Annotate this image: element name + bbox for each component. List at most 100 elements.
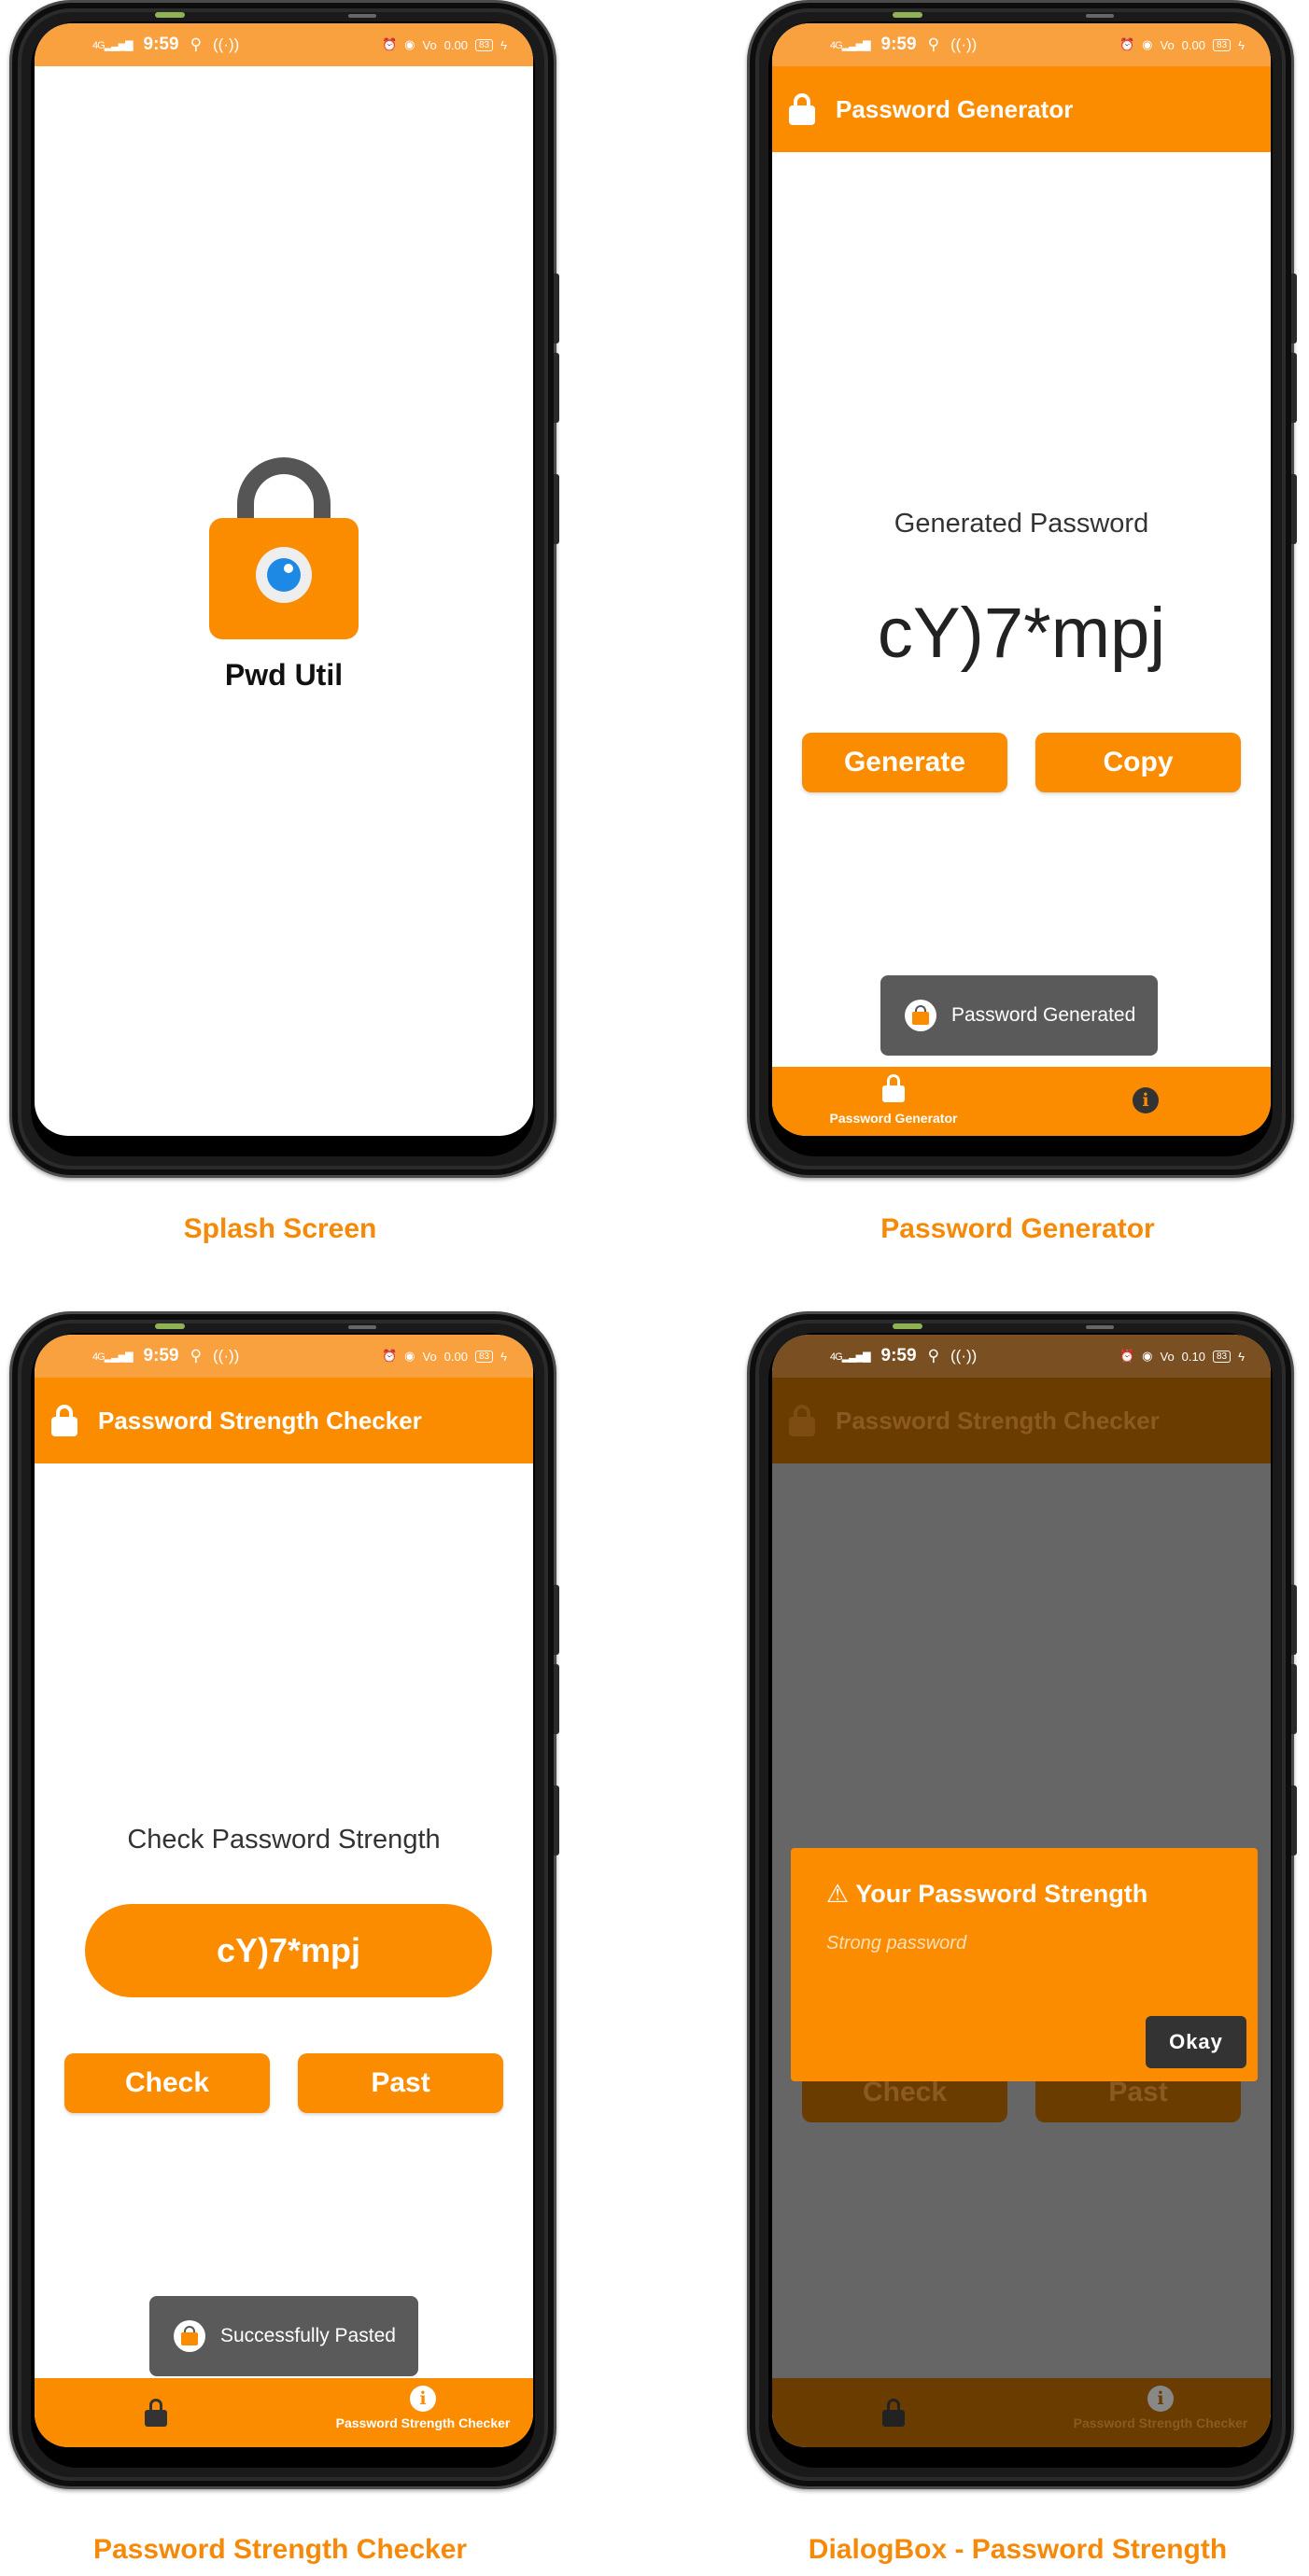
check-strength-heading: Check Password Strength	[127, 1825, 441, 1855]
alarm-icon: ⏰	[381, 37, 398, 51]
wifi-icon: ◉	[404, 37, 415, 51]
dialog-title: ⚠ Your Password Strength	[826, 1880, 1148, 1908]
app-bar: Password Strength Checker	[772, 1378, 1271, 1463]
nav-item-generator[interactable]	[63, 2399, 249, 2431]
phone-frame: 4G▂▃▅▇ 9:59 ⚲ ((·)) ⏰ ◉ Vo 0.00 83 ϟ Pwd…	[9, 0, 559, 1178]
signal-icon: 4G▂▃▅▇	[92, 1351, 134, 1363]
usb-icon: ⚲	[190, 35, 203, 53]
status-time: 9:59	[880, 35, 917, 54]
battery-icon: 83	[1212, 1350, 1232, 1363]
status-time: 9:59	[880, 1346, 917, 1365]
battery-icon: 83	[1212, 38, 1232, 51]
speed-readout: 0.10	[1181, 1349, 1205, 1364]
nav-checker-label: Password Strength Checker	[335, 2415, 511, 2430]
volte-icon: Vo	[1160, 37, 1175, 52]
caption-splash: Splash Screen	[183, 1213, 377, 1244]
phone-screen: 4G▂▃▅▇ 9:59 ⚲ ((·)) ⏰ ◉ Vo 0.00 83 ϟ Pas…	[772, 23, 1271, 1136]
toast-password-generated: Password Generated	[880, 975, 1159, 1056]
wifi-icon: ◉	[1142, 1349, 1153, 1363]
lock-icon	[789, 1405, 815, 1436]
lock-icon	[174, 2320, 205, 2352]
bottom-nav: Password Generator i	[772, 1067, 1271, 1136]
app-bar: Password Generator	[772, 66, 1271, 152]
lock-icon	[51, 1405, 77, 1436]
app-name: Pwd Util	[224, 658, 344, 692]
wifi-icon: ◉	[404, 1349, 415, 1363]
info-icon: i	[1147, 2386, 1174, 2412]
status-bar: 4G▂▃▅▇ 9:59 ⚲ ((·)) ⏰ ◉ Vo 0.00 83 ϟ	[772, 23, 1271, 66]
copy-button[interactable]: Copy	[1035, 733, 1241, 792]
hotspot-icon: ((·))	[950, 1347, 978, 1365]
lock-icon	[882, 1074, 905, 1102]
check-button[interactable]: Check	[64, 2053, 270, 2113]
checker-panel: 4G▂▃▅▇ 9:59 ⚲ ((·)) ⏰ ◉ Vo 0.00 83 ϟ Pas…	[0, 1311, 560, 2576]
status-bar: 4G▂▃▅▇ 9:59 ⚲ ((·)) ⏰ ◉ Vo 0.00 83 ϟ	[35, 1335, 533, 1378]
charging-icon: ϟ	[500, 1349, 507, 1364]
okay-button[interactable]: Okay	[1146, 2016, 1246, 2068]
battery-icon: 83	[474, 38, 494, 51]
phone-frame: 4G▂▃▅▇ 9:59 ⚲ ((·)) ⏰ ◉ Vo 0.10 83 ϟ Pas…	[747, 1311, 1297, 2489]
status-time: 9:59	[143, 35, 179, 54]
password-input[interactable]: cY)7*mpj	[85, 1904, 492, 1997]
generate-button[interactable]: Generate	[802, 733, 1007, 792]
caption-checker: Password Strength Checker	[92, 2534, 468, 2565]
speed-readout: 0.00	[1181, 37, 1205, 52]
lock-icon	[905, 1000, 936, 1031]
toast-text: Successfully Pasted	[220, 2325, 396, 2346]
nav-checker-label: Password Strength Checker	[1073, 2415, 1248, 2430]
signal-icon: 4G▂▃▅▇	[830, 39, 871, 51]
strength-dialog: ⚠ Your Password Strength Strong password…	[791, 1848, 1258, 2081]
nav-generator-label: Password Generator	[829, 1111, 958, 1126]
phone-screen: 4G▂▃▅▇ 9:59 ⚲ ((·)) ⏰ ◉ Vo 0.10 83 ϟ Pas…	[772, 1335, 1271, 2447]
lock-icon	[145, 2399, 167, 2427]
status-time: 9:59	[143, 1346, 179, 1365]
past-button[interactable]: Past	[298, 2053, 503, 2113]
lock-icon	[789, 93, 815, 125]
charging-icon: ϟ	[1238, 1349, 1245, 1364]
charging-icon: ϟ	[500, 37, 507, 52]
app-bar-title: Password Generator	[836, 94, 1074, 123]
generated-password-heading: Generated Password	[894, 509, 1149, 539]
phone-frame: 4G▂▃▅▇ 9:59 ⚲ ((·)) ⏰ ◉ Vo 0.00 83 ϟ Pas…	[9, 1311, 559, 2489]
caption-generator: Password Generator	[880, 1213, 1155, 1244]
status-bar: 4G▂▃▅▇ 9:59 ⚲ ((·)) ⏰ ◉ Vo 0.10 83 ϟ	[772, 1335, 1271, 1378]
hotspot-icon: ((·))	[950, 35, 978, 53]
app-bar-title: Password Strength Checker	[98, 1406, 422, 1435]
nav-item-checker: i Password Strength Checker	[1067, 2386, 1254, 2430]
info-icon: i	[1133, 1087, 1159, 1113]
alarm-icon: ⏰	[1119, 37, 1135, 51]
volte-icon: Vo	[1160, 1349, 1175, 1364]
wifi-icon: ◉	[1142, 37, 1153, 51]
signal-icon: 4G▂▃▅▇	[92, 39, 134, 51]
phone-screen: 4G▂▃▅▇ 9:59 ⚲ ((·)) ⏰ ◉ Vo 0.00 83 ϟ Pwd…	[35, 23, 533, 1136]
generated-password-value: cY)7*mpj	[877, 594, 1166, 673]
status-bar: 4G▂▃▅▇ 9:59 ⚲ ((·)) ⏰ ◉ Vo 0.00 83 ϟ	[35, 23, 533, 66]
nav-item-checker[interactable]: i Password Strength Checker	[330, 2386, 516, 2430]
app-bar: Password Strength Checker	[35, 1378, 533, 1463]
app-logo-lock-icon	[209, 457, 359, 639]
alarm-icon: ⏰	[381, 1349, 398, 1363]
app-bar-title: Password Strength Checker	[836, 1406, 1160, 1435]
speed-readout: 0.00	[443, 37, 468, 52]
toast-successfully-pasted: Successfully Pasted	[149, 2296, 418, 2376]
alarm-icon: ⏰	[1119, 1349, 1135, 1363]
usb-icon: ⚲	[927, 35, 940, 53]
volte-icon: Vo	[422, 37, 437, 52]
generator-panel: 4G▂▃▅▇ 9:59 ⚲ ((·)) ⏰ ◉ Vo 0.00 83 ϟ Pas…	[738, 0, 1298, 1307]
lock-icon	[882, 2399, 905, 2427]
info-icon: i	[410, 2386, 436, 2412]
caption-dialog: DialogBox - Password Strength	[808, 2534, 1228, 2565]
usb-icon: ⚲	[190, 1347, 203, 1365]
phone-screen: 4G▂▃▅▇ 9:59 ⚲ ((·)) ⏰ ◉ Vo 0.00 83 ϟ Pas…	[35, 1335, 533, 2447]
dialog-message: Strong password	[826, 1933, 967, 1953]
hotspot-icon: ((·))	[213, 35, 240, 53]
hotspot-icon: ((·))	[213, 1347, 240, 1365]
splash-panel: 4G▂▃▅▇ 9:59 ⚲ ((·)) ⏰ ◉ Vo 0.00 83 ϟ Pwd…	[0, 0, 560, 1307]
bottom-nav: i Password Strength Checker	[772, 2378, 1271, 2447]
nav-item-generator	[800, 2399, 987, 2431]
toast-text: Password Generated	[951, 1004, 1136, 1026]
nav-item-checker[interactable]: i	[1052, 1087, 1239, 1113]
signal-icon: 4G▂▃▅▇	[830, 1351, 871, 1363]
nav-item-generator[interactable]: Password Generator	[800, 1074, 987, 1126]
battery-icon: 83	[474, 1350, 494, 1363]
